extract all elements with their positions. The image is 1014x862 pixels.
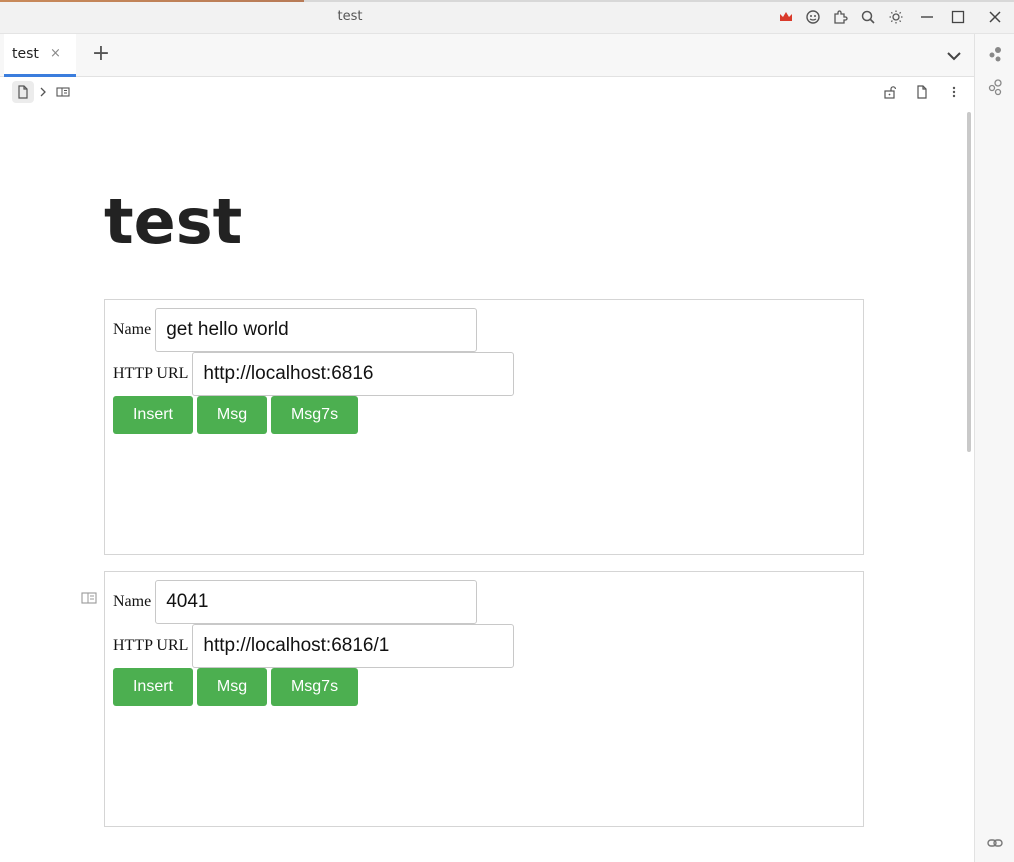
window-title: test	[337, 9, 363, 24]
chevron-right-icon[interactable]	[32, 81, 54, 103]
http-url-label: HTTP URL	[113, 637, 189, 654]
insert-button[interactable]: Insert	[113, 396, 193, 434]
insert-button[interactable]: Insert	[113, 668, 193, 706]
maximize-icon[interactable]	[949, 8, 967, 26]
chevron-down-icon[interactable]	[944, 46, 964, 66]
page-title[interactable]: test	[104, 184, 242, 260]
window-top-strip	[0, 0, 1014, 2]
name-input[interactable]	[155, 580, 478, 624]
minimize-icon[interactable]	[918, 8, 936, 26]
search-icon[interactable]	[859, 8, 877, 26]
tab-bar: test × +	[0, 34, 974, 77]
tab-close-icon[interactable]: ×	[50, 46, 61, 61]
close-icon[interactable]	[986, 8, 1004, 26]
more-vertical-icon[interactable]	[943, 81, 965, 103]
msg-button[interactable]: Msg	[197, 396, 267, 434]
graph-outline-icon[interactable]	[986, 78, 1004, 96]
right-dock	[974, 34, 1014, 862]
msg7s-button[interactable]: Msg7s	[271, 396, 358, 434]
vertical-scrollbar[interactable]	[967, 112, 971, 452]
http-url-input[interactable]	[192, 352, 515, 396]
face-icon[interactable]	[804, 8, 822, 26]
tab-test[interactable]: test ×	[4, 34, 76, 77]
window-titlebar: test	[0, 0, 1014, 34]
http-widget: Name HTTP URL Insert Msg Msg7s	[104, 299, 864, 555]
sun-icon[interactable]	[887, 8, 905, 26]
document-icon[interactable]	[911, 81, 933, 103]
http-url-label: HTTP URL	[113, 365, 189, 382]
msg-button[interactable]: Msg	[197, 668, 267, 706]
name-input[interactable]	[155, 308, 478, 352]
http-widget: Name HTTP URL Insert Msg Msg7s	[104, 571, 864, 827]
new-tab-button[interactable]: +	[91, 43, 111, 65]
block-icon[interactable]	[52, 81, 74, 103]
block-handle-icon[interactable]	[81, 590, 97, 604]
puzzle-icon[interactable]	[831, 8, 849, 26]
name-label: Name	[113, 593, 152, 610]
crown-icon[interactable]	[777, 8, 795, 26]
editor-toolbar	[4, 77, 974, 109]
link-icon[interactable]	[986, 834, 1004, 852]
http-url-input[interactable]	[192, 624, 515, 668]
file-icon[interactable]	[12, 81, 34, 103]
name-label: Name	[113, 321, 152, 338]
tab-label: test	[12, 46, 39, 62]
unlock-icon[interactable]	[879, 81, 901, 103]
graph-icon[interactable]	[986, 45, 1004, 63]
msg7s-button[interactable]: Msg7s	[271, 668, 358, 706]
